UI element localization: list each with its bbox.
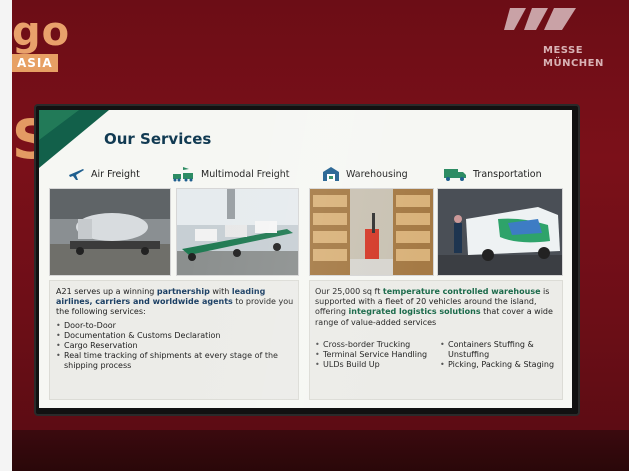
airplane-icon: [69, 169, 84, 180]
transportation-photo: [437, 188, 563, 276]
slide-title: Our Services: [104, 130, 212, 148]
left-services-list: Door-to-Door Documentation & Customs Dec…: [56, 321, 294, 372]
list-item: Containers Stuffing & Unstuffing: [440, 340, 558, 360]
display-screen: Our Services Air Freight Multimodal Frei…: [39, 110, 572, 408]
right-list-col1: Cross-border Trucking Terminal Service H…: [315, 337, 435, 371]
right-services-list-1: Cross-border Trucking Terminal Service H…: [315, 340, 435, 371]
list-item: Documentation & Customs Declaration: [56, 331, 294, 341]
list-item: Real time tracking of shipments at every…: [56, 351, 294, 371]
right-intro-bold-2: integrated logistics solutions: [348, 307, 481, 317]
venue-logo-line2: MÜNCHEN: [543, 58, 604, 69]
left-intro-2: with: [209, 287, 232, 296]
event-logo: go ASIA: [12, 12, 70, 72]
list-item: Cross-border Trucking: [315, 340, 435, 350]
floor: [0, 430, 629, 471]
photo: go ASIA S MESSE MÜNCHEN Our Services Air…: [0, 0, 629, 471]
service-multimodal-freight: Multimodal Freight: [171, 164, 290, 184]
left-info-panel: A21 serves up a winning partnership with…: [49, 280, 299, 400]
service-label: Warehousing: [346, 168, 408, 180]
photo-edge: [0, 0, 12, 471]
service-transportation: Transportation: [443, 164, 542, 184]
left-intro-1: A21 serves up a winning: [56, 287, 157, 296]
service-label: Transportation: [473, 168, 542, 180]
event-logo-word: go: [12, 9, 71, 55]
right-info-panel: Our 25,000 sq ft temperature controlled …: [309, 280, 563, 400]
list-item: Terminal Service Handling: [315, 350, 435, 360]
list-item: ULDs Build Up: [315, 360, 435, 370]
multimodal-icon: [173, 167, 193, 182]
list-item: Cargo Reservation: [56, 341, 294, 351]
truck-icon: [444, 169, 466, 181]
right-intro-1: Our 25,000 sq ft: [315, 287, 383, 296]
right-services-list-2: Containers Stuffing & Unstuffing Picking…: [440, 340, 558, 371]
service-warehousing: Warehousing: [322, 164, 408, 184]
list-item: Door-to-Door: [56, 321, 294, 331]
right-panel-text: Our 25,000 sq ft temperature controlled …: [315, 287, 557, 328]
warehousing-photo: [309, 188, 434, 276]
warehouse-icon: [323, 167, 339, 181]
service-label: Air Freight: [91, 168, 140, 180]
venue-logo-line1: MESSE: [543, 45, 584, 56]
service-label: Multimodal Freight: [201, 168, 290, 180]
list-item: Picking, Packing & Staging: [440, 360, 558, 370]
left-panel-text: A21 serves up a winning partnership with…: [56, 287, 294, 372]
left-intro-bold-1: partnership: [156, 287, 210, 296]
event-logo-region: ASIA: [12, 54, 58, 72]
air-freight-photo: [49, 188, 171, 276]
multimodal-freight-photo: [176, 188, 299, 276]
right-intro-bold-1: temperature controlled warehouse: [382, 287, 541, 296]
service-air-freight: Air Freight: [67, 164, 140, 184]
corner-accent-light: [39, 110, 79, 140]
right-list-col2: Containers Stuffing & Unstuffing Picking…: [440, 337, 558, 371]
venue-logo-text: MESSE MÜNCHEN: [543, 44, 604, 70]
messe-logo-icon: [504, 8, 576, 30]
